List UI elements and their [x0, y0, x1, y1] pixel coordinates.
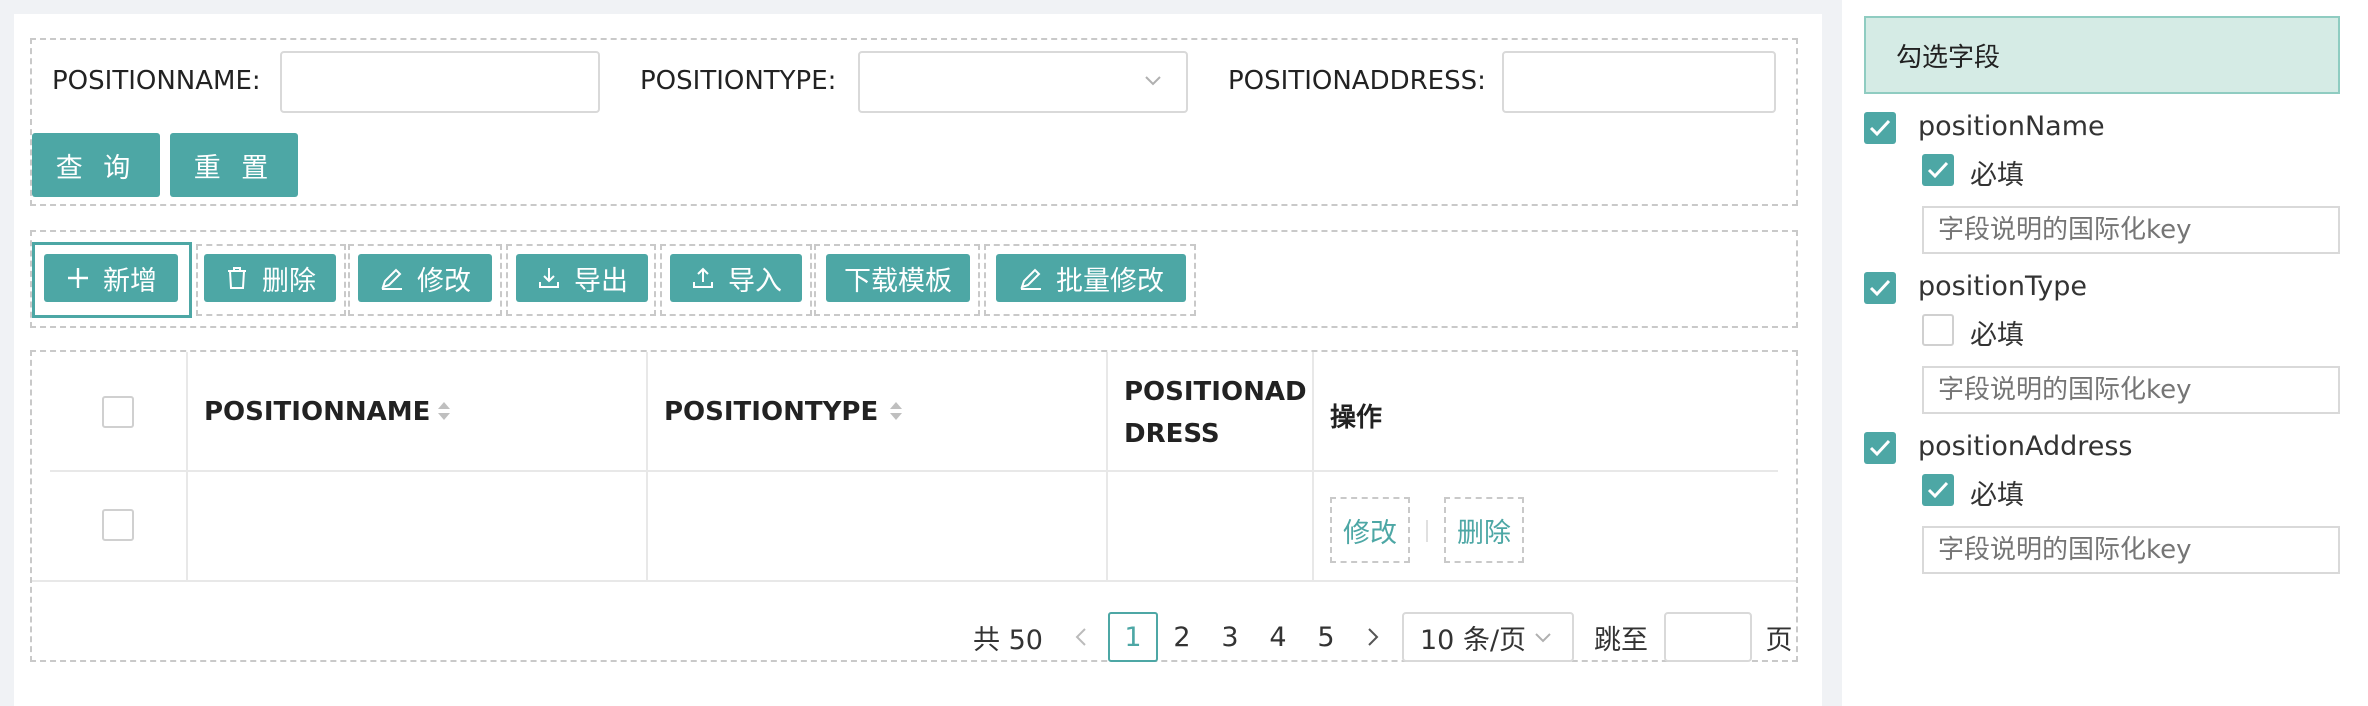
- page-3-button[interactable]: 3: [1214, 612, 1246, 662]
- column-divider: [646, 352, 648, 580]
- required-checkbox-position-name[interactable]: [1922, 154, 1954, 186]
- import-button[interactable]: 导入: [670, 254, 802, 302]
- row-edit-link[interactable]: 修改: [1330, 497, 1410, 563]
- sort-icon[interactable]: [436, 399, 452, 423]
- pagination-total: 共 50: [973, 624, 1043, 656]
- position-address-input[interactable]: [1502, 51, 1776, 113]
- sort-icon[interactable]: [888, 399, 904, 423]
- check-icon: [1869, 119, 1891, 137]
- page-size-label: 10 条/页: [1420, 624, 1527, 656]
- import-button-label: 导入: [728, 265, 782, 297]
- field-name-position-name: positionName: [1918, 111, 2105, 142]
- download-template-button[interactable]: 下载模板: [826, 254, 970, 302]
- column-header-position-address-line2: DRESS: [1124, 419, 1220, 449]
- check-icon: [1869, 439, 1891, 457]
- required-label: 必填: [1970, 480, 2024, 511]
- position-name-label: POSITIONNAME:: [52, 66, 261, 96]
- check-icon: [1927, 481, 1949, 499]
- i18n-key-input-position-name[interactable]: [1922, 206, 2340, 254]
- add-button[interactable]: 新增: [44, 254, 178, 302]
- page-5-button[interactable]: 5: [1310, 612, 1342, 662]
- page-1-button[interactable]: 1: [1108, 612, 1158, 662]
- export-button-label: 导出: [574, 265, 628, 297]
- field-checkbox-position-type[interactable]: [1864, 272, 1896, 304]
- i18n-key-input-position-address[interactable]: [1922, 526, 2340, 574]
- chevron-down-icon: [1145, 76, 1161, 86]
- edit-icon: [381, 268, 402, 290]
- upload-icon: [693, 267, 713, 288]
- edit-button-label: 修改: [417, 265, 471, 297]
- field-panel: [1842, 0, 2368, 706]
- chevron-right-icon: [1368, 628, 1379, 646]
- add-button-label: 新增: [103, 265, 157, 297]
- required-checkbox-position-address[interactable]: [1922, 474, 1954, 506]
- position-name-input[interactable]: [280, 51, 600, 113]
- select-all-checkbox[interactable]: [102, 396, 134, 428]
- row-checkbox[interactable]: [102, 509, 134, 541]
- i18n-key-input-position-type[interactable]: [1922, 366, 2340, 414]
- check-icon: [1869, 279, 1891, 297]
- download-icon: [539, 268, 559, 288]
- jump-label: 跳至: [1594, 624, 1648, 656]
- check-icon: [1927, 161, 1949, 179]
- field-panel-header: 勾选字段: [1864, 16, 2340, 94]
- field-name-position-address: positionAddress: [1918, 431, 2133, 462]
- required-label: 必填: [1970, 320, 2024, 351]
- position-type-select[interactable]: [858, 51, 1188, 113]
- column-header-position-type[interactable]: POSITIONTYPE: [664, 397, 878, 427]
- page-suffix: 页: [1765, 624, 1793, 656]
- prev-page-button[interactable]: [1066, 612, 1096, 662]
- column-header-position-address-line1: POSITIONAD: [1124, 377, 1307, 407]
- batch-edit-button[interactable]: 批量修改: [996, 254, 1186, 302]
- column-header-position-name[interactable]: POSITIONNAME: [204, 397, 430, 427]
- page-2-button[interactable]: 2: [1166, 612, 1198, 662]
- field-checkbox-position-address[interactable]: [1864, 432, 1896, 464]
- plus-icon: [68, 268, 88, 288]
- chevron-down-icon: [1535, 633, 1551, 643]
- next-page-button[interactable]: [1358, 612, 1388, 662]
- page-size-select[interactable]: 10 条/页: [1402, 612, 1574, 662]
- row-delete-link[interactable]: 删除: [1444, 497, 1524, 563]
- column-divider: [186, 352, 188, 580]
- chevron-left-icon: [1075, 628, 1086, 646]
- reset-button[interactable]: 重 置: [170, 133, 298, 197]
- delete-button[interactable]: 删除: [204, 254, 336, 302]
- jump-page-input[interactable]: [1664, 612, 1752, 662]
- app-canvas: POSITIONNAME: POSITIONTYPE: POSITIONADDR…: [0, 0, 2368, 706]
- column-divider: [1312, 352, 1314, 580]
- trash-icon: [228, 267, 246, 289]
- field-name-position-type: positionType: [1918, 271, 2087, 302]
- required-checkbox-position-type[interactable]: [1922, 314, 1954, 346]
- delete-button-label: 删除: [262, 265, 316, 297]
- table-bottom-divider: [32, 580, 1796, 582]
- edit-icon: [1020, 268, 1041, 290]
- position-type-label: POSITIONTYPE:: [640, 66, 837, 96]
- table-header-divider: [50, 470, 1778, 472]
- edit-button[interactable]: 修改: [358, 254, 492, 302]
- query-button[interactable]: 查 询: [32, 133, 160, 197]
- export-button[interactable]: 导出: [516, 254, 648, 302]
- batch-edit-button-label: 批量修改: [1056, 265, 1164, 297]
- field-panel-title: 勾选字段: [1896, 42, 2001, 73]
- column-divider: [1106, 352, 1108, 580]
- action-separator: [1426, 520, 1428, 542]
- page-4-button[interactable]: 4: [1262, 612, 1294, 662]
- required-label: 必填: [1970, 160, 2024, 191]
- field-checkbox-position-name[interactable]: [1864, 112, 1896, 144]
- position-address-label: POSITIONADDRESS:: [1228, 66, 1486, 96]
- column-header-actions: 操作: [1330, 403, 1383, 433]
